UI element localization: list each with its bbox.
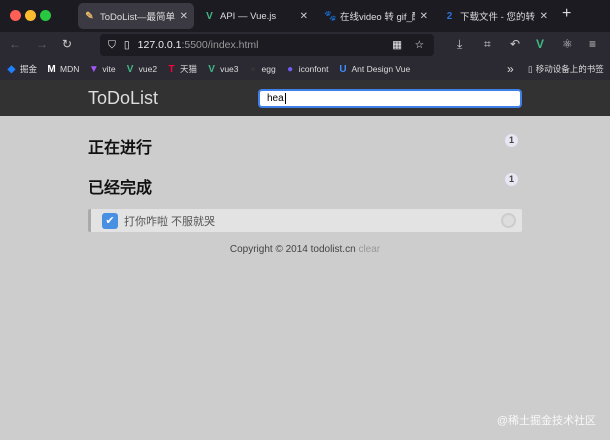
- pencil-icon: ✎: [85, 10, 94, 22]
- browser-tab[interactable]: V API — Vue.js ✕: [198, 3, 314, 29]
- nav-toolbar: ← → ↻ ⛉ ▯ 127.0.0.1:5500/index.html ▦ ☆ …: [0, 32, 610, 58]
- bookmark-icon: T: [168, 63, 175, 75]
- done-count-badge: 1: [505, 173, 518, 186]
- close-window-button[interactable]: [10, 10, 21, 21]
- bookmark-item[interactable]: Vvue3: [206, 63, 238, 75]
- todo-text[interactable]: 打你咋啦 不服就哭: [124, 213, 215, 229]
- clear-link[interactable]: clear: [358, 244, 380, 255]
- close-tab-icon[interactable]: ✕: [300, 11, 308, 22]
- todo-checkbox[interactable]: ✔: [102, 212, 118, 229]
- vue-devtools-icon[interactable]: V: [536, 37, 544, 51]
- done-todo-item: ✔ 打你咋啦 不服就哭: [88, 209, 522, 232]
- bookmark-icon: U: [339, 63, 347, 75]
- bookmark-icon: V: [126, 63, 134, 75]
- delete-todo-button[interactable]: [501, 213, 516, 228]
- bookmark-item[interactable]: U Ant Design Vue: [337, 63, 410, 75]
- close-tab-icon[interactable]: ✕: [180, 11, 188, 22]
- doing-count-badge: 1: [505, 134, 518, 147]
- bookmark-item[interactable]: Vvue2: [125, 63, 157, 75]
- shield-icon: ⛉: [108, 38, 116, 51]
- bookmark-icon: ◆: [7, 63, 16, 75]
- bookmark-icon: V: [208, 63, 215, 75]
- more-bookmarks-icon[interactable]: »: [507, 62, 514, 76]
- section-title-doing: 正在进行: [88, 140, 153, 157]
- back-button[interactable]: ←: [9, 37, 21, 51]
- download-icon[interactable]: ⤓: [457, 37, 462, 52]
- forward-button[interactable]: →: [36, 37, 48, 51]
- watermark: @稀土掘金技术社区: [496, 415, 596, 427]
- bookmark-icon: ●: [249, 63, 257, 75]
- convert-icon: 2: [446, 10, 453, 22]
- vue-icon: V: [206, 10, 213, 22]
- menu-icon[interactable]: ≡: [589, 37, 596, 51]
- undo-icon[interactable]: ↶: [510, 37, 520, 51]
- browser-tab[interactable]: ✎ToDoList—最简单的待✕: [78, 3, 194, 29]
- bookmark-icon: ▼: [88, 63, 99, 75]
- close-tab-icon[interactable]: ✕: [420, 11, 428, 22]
- address-bar[interactable]: ⛉ ▯ 127.0.0.1:5500/index.html ▦ ☆: [100, 34, 434, 56]
- baidu-icon: 🐾: [324, 10, 337, 22]
- close-tab-icon[interactable]: ✕: [540, 11, 548, 22]
- minimize-window-button[interactable]: [25, 10, 36, 21]
- browser-tab[interactable]: 🐾 在线video 转 gif_酷 ✕: [318, 3, 434, 29]
- react-devtools-icon[interactable]: ⚛: [562, 37, 573, 51]
- tab-bar: ✎ToDoList—最简单的待✕VAPI — Vue.js✕🐾在线video 转…: [0, 0, 610, 32]
- page-icon: ▯: [123, 39, 130, 51]
- bookmark-item[interactable]: ● iconfont: [285, 63, 328, 75]
- browser-tab[interactable]: 2下载文件 - 您的转换✕: [438, 3, 554, 29]
- qr-code-icon[interactable]: ▦: [392, 39, 402, 51]
- footer: Copyright © 2014 todolist.cn clear: [229, 244, 381, 255]
- bookmark-item[interactable]: M MDN: [46, 63, 79, 75]
- bookmark-icon: ●: [287, 63, 294, 75]
- new-tab-button[interactable]: +: [562, 5, 571, 23]
- bookmarks-bar: ◆ 掘金 M MDN ▼ vite Vvue2 T 天猫 Vvue3 ● egg ● iconfont U A…: [0, 58, 610, 80]
- reload-button[interactable]: ↻: [62, 37, 72, 51]
- mobile-bookmarks[interactable]: ▯ 移动设备上的书签: [528, 63, 604, 75]
- bookmark-star-icon[interactable]: ☆: [415, 39, 424, 51]
- phone-icon: ▯: [528, 63, 533, 74]
- crop-icon[interactable]: ⌗: [484, 37, 491, 52]
- bookmark-icon: M: [47, 63, 56, 75]
- bookmark-item[interactable]: ▼ vite: [88, 63, 116, 75]
- maximize-window-button[interactable]: [40, 10, 51, 21]
- url-text: 127.0.0.1:5500/index.html: [137, 39, 259, 51]
- bookmark-item[interactable]: T 天猫: [166, 63, 197, 75]
- bookmark-item[interactable]: ◆ 掘金: [6, 63, 37, 75]
- todo-input[interactable]: hea: [258, 89, 522, 108]
- bookmark-item[interactable]: ● egg: [248, 63, 276, 75]
- section-title-done: 已经完成: [88, 180, 153, 197]
- app-title: ToDoList: [88, 88, 159, 108]
